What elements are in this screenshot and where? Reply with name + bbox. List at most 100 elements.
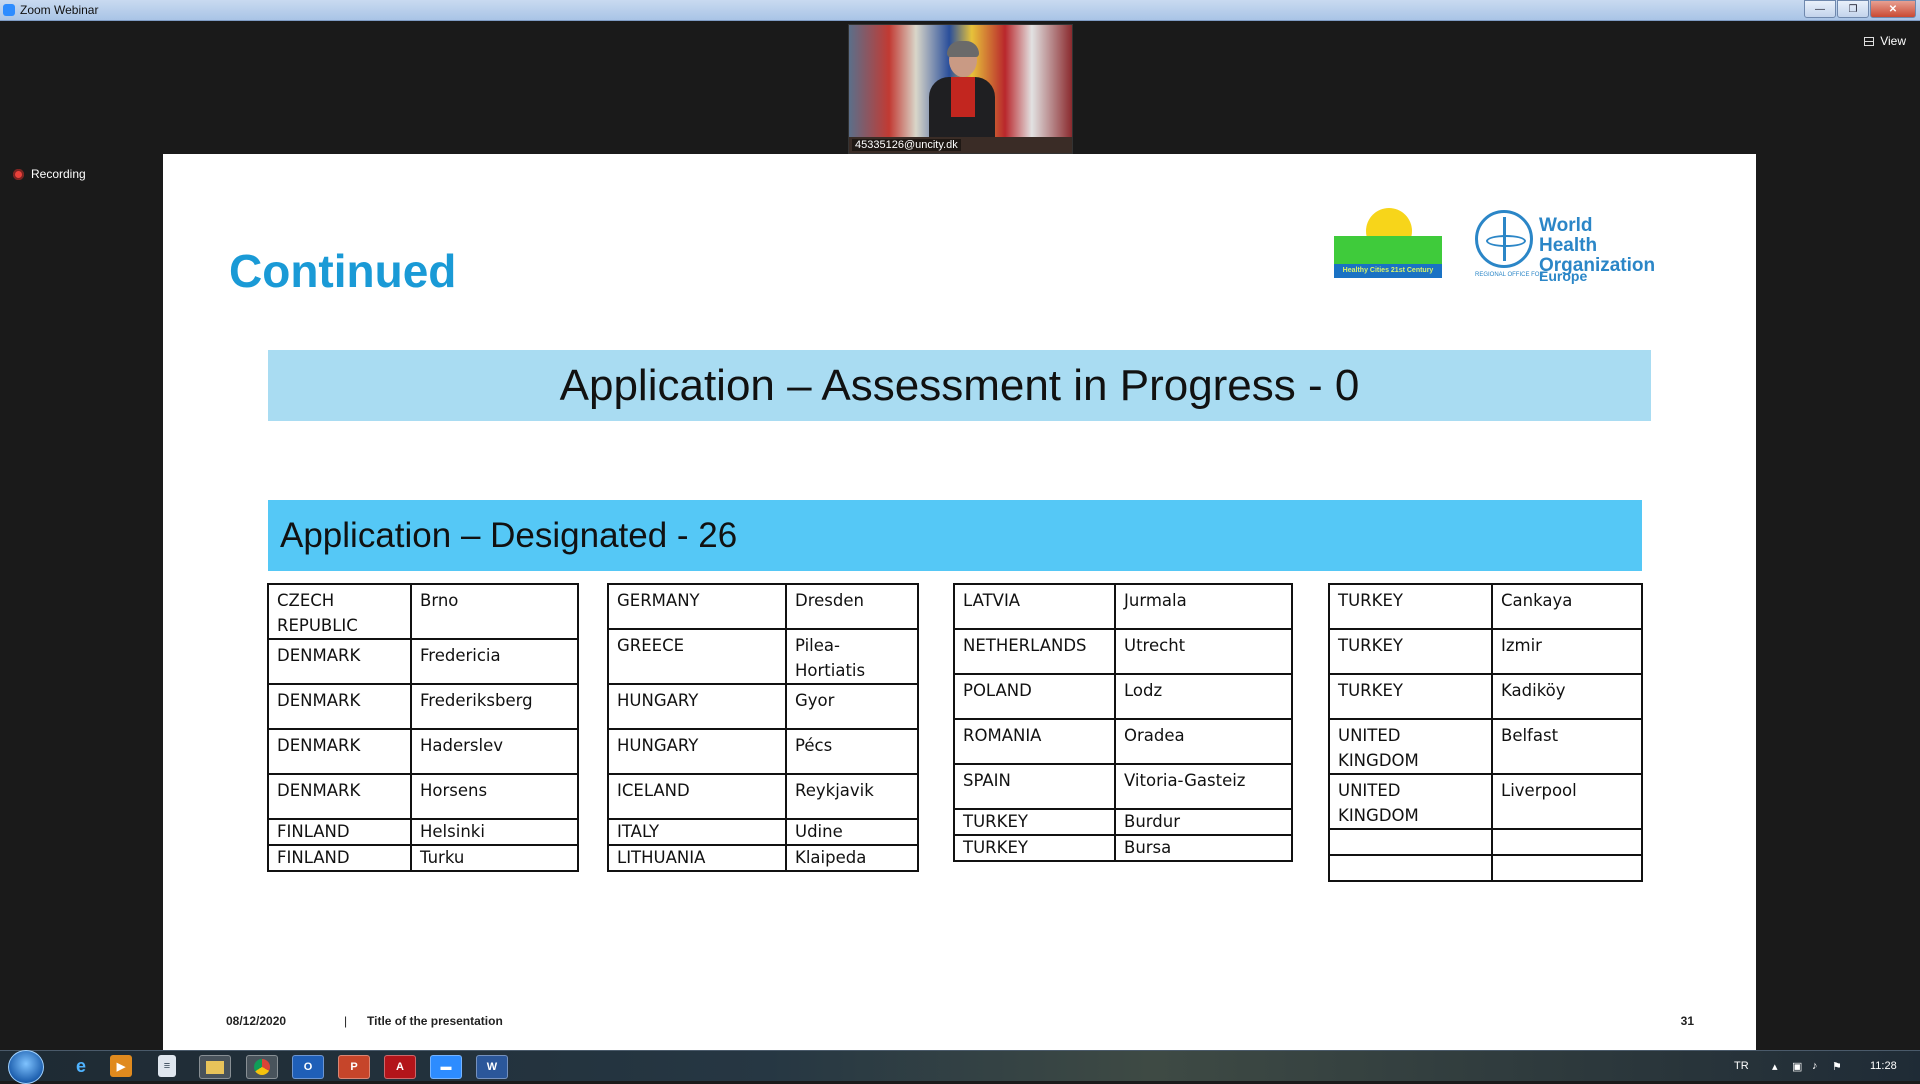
word-icon[interactable]: W (476, 1055, 508, 1079)
table-row: DENMARK Frederiksberg (267, 683, 579, 730)
city-cell: Turku (410, 844, 579, 872)
city-cell: Liverpool (1491, 773, 1643, 830)
windows-taskbar: e ▶ ≡ O P A ▬ W TR ▴ ▣ ♪ ⚑ 11:28 (0, 1050, 1920, 1084)
city-table-1: CZECH REPUBLIC Brno DENMARK Fredericia DENMA… (267, 583, 579, 872)
table-row: DENMARK Haderslev (267, 728, 579, 775)
city-cell: Lodz (1114, 673, 1293, 720)
recording-indicator[interactable]: Recording (13, 167, 86, 181)
country-cell: HUNGARY (607, 683, 787, 730)
city-table-2: GERMANY Dresden GREECE Pilea-Hortiatis HUNGA… (607, 583, 919, 872)
slide-page-number: 31 (1680, 1014, 1694, 1028)
country-cell: LATVIA (953, 583, 1116, 630)
table-row: FINLAND Turku (267, 844, 579, 872)
country-cell: LITHUANIA (607, 844, 787, 872)
city-cell: Gyor (785, 683, 919, 730)
documents-icon[interactable]: ≡ (158, 1055, 176, 1077)
maximize-button[interactable]: ❐ (1837, 0, 1869, 18)
table-row: HUNGARY Pécs (607, 728, 919, 775)
file-explorer-icon[interactable] (199, 1055, 231, 1079)
table-row (1328, 854, 1643, 882)
view-button[interactable]: View (1864, 34, 1906, 48)
table-row: UNITED KINGDOM Liverpool (1328, 773, 1643, 830)
country-cell (1328, 854, 1493, 882)
clock[interactable]: 11:28 (1870, 1060, 1897, 1072)
country-cell (1328, 828, 1493, 856)
media-player-icon[interactable]: ▶ (110, 1055, 132, 1077)
country-cell: ITALY (607, 818, 787, 846)
table-row: TURKEY Cankaya (1328, 583, 1643, 630)
speaker-video-thumbnail[interactable]: 45335126@uncity.dk (848, 24, 1073, 154)
volume-icon[interactable]: ♪ (1812, 1060, 1818, 1072)
view-label: View (1880, 34, 1906, 48)
designated-banner: Application – Designated - 26 (268, 500, 1642, 571)
country-cell: DENMARK (267, 638, 412, 685)
record-icon (13, 168, 24, 180)
table-row: TURKEY Izmir (1328, 628, 1643, 675)
recording-label: Recording (31, 167, 86, 181)
table-row: TURKEY Burdur (953, 808, 1293, 836)
minimize-button[interactable]: — (1804, 0, 1836, 18)
city-cell: Brno (410, 583, 579, 640)
network-icon[interactable]: ▣ (1792, 1060, 1802, 1073)
table-row: TURKEY Bursa (953, 834, 1293, 862)
city-cell: Belfast (1491, 718, 1643, 775)
language-indicator[interactable]: TR (1734, 1060, 1749, 1072)
outlook-icon[interactable]: O (292, 1055, 324, 1079)
zoom-icon[interactable]: ▬ (430, 1055, 462, 1079)
show-hidden-icons-icon[interactable]: ▴ (1772, 1060, 1778, 1073)
table-row: NETHERLANDS Utrecht (953, 628, 1293, 675)
city-cell (1491, 854, 1643, 882)
country-cell: TURKEY (953, 808, 1116, 836)
city-cell (1491, 828, 1643, 856)
city-cell: Pécs (785, 728, 919, 775)
city-cell: Udine (785, 818, 919, 846)
city-cell: Helsinki (410, 818, 579, 846)
city-cell: Oradea (1114, 718, 1293, 765)
city-cell: Pilea-Hortiatis (785, 628, 919, 685)
footer-separator: | (344, 1014, 348, 1028)
window-controls: — ❐ ✕ (1803, 0, 1916, 18)
close-button[interactable]: ✕ (1870, 0, 1916, 18)
table-row: POLAND Lodz (953, 673, 1293, 720)
acrobat-icon[interactable]: A (384, 1055, 416, 1079)
city-table-3: LATVIA Jurmala NETHERLANDS Utrecht POLAND Lod… (953, 583, 1293, 862)
chrome-icon[interactable] (246, 1055, 278, 1079)
start-button[interactable] (8, 1050, 44, 1084)
country-cell: FINLAND (267, 844, 412, 872)
healthy-cities-logo: Healthy Cities 21st Century (1334, 208, 1442, 280)
country-cell: DENMARK (267, 683, 412, 730)
city-cell: Reykjavik (785, 773, 919, 820)
who-emblem-icon (1475, 210, 1533, 268)
system-tray: TR ▴ ▣ ♪ ⚑ 11:28 (1720, 1051, 1920, 1081)
city-cell: Kadiköy (1491, 673, 1643, 720)
country-cell: TURKEY (1328, 628, 1493, 675)
city-cell: Horsens (410, 773, 579, 820)
city-cell: Dresden (785, 583, 919, 630)
city-cell: Izmir (1491, 628, 1643, 675)
table-row: GREECE Pilea-Hortiatis (607, 628, 919, 685)
city-cell: Fredericia (410, 638, 579, 685)
city-cell: Bursa (1114, 834, 1293, 862)
city-cell: Vitoria-Gasteiz (1114, 763, 1293, 810)
country-cell: CZECH REPUBLIC (267, 583, 412, 640)
country-cell: POLAND (953, 673, 1116, 720)
action-center-flag-icon[interactable]: ⚑ (1832, 1060, 1842, 1073)
table-row: UNITED KINGDOM Belfast (1328, 718, 1643, 775)
internet-explorer-icon[interactable]: e (66, 1055, 96, 1077)
table-row: ROMANIA Oradea (953, 718, 1293, 765)
country-cell: UNITED KINGDOM (1328, 718, 1493, 775)
powerpoint-icon[interactable]: P (338, 1055, 370, 1079)
country-cell: NETHERLANDS (953, 628, 1116, 675)
country-cell: TURKEY (953, 834, 1116, 862)
country-cell: SPAIN (953, 763, 1116, 810)
window-title: Zoom Webinar (20, 3, 99, 17)
city-cell: Cankaya (1491, 583, 1643, 630)
country-cell: HUNGARY (607, 728, 787, 775)
table-row: LATVIA Jurmala (953, 583, 1293, 630)
country-cell: FINLAND (267, 818, 412, 846)
table-row: GERMANY Dresden (607, 583, 919, 630)
table-row: CZECH REPUBLIC Brno (267, 583, 579, 640)
country-cell: ICELAND (607, 773, 787, 820)
table-row: ICELAND Reykjavik (607, 773, 919, 820)
participant-name: 45335126@uncity.dk (852, 139, 961, 151)
